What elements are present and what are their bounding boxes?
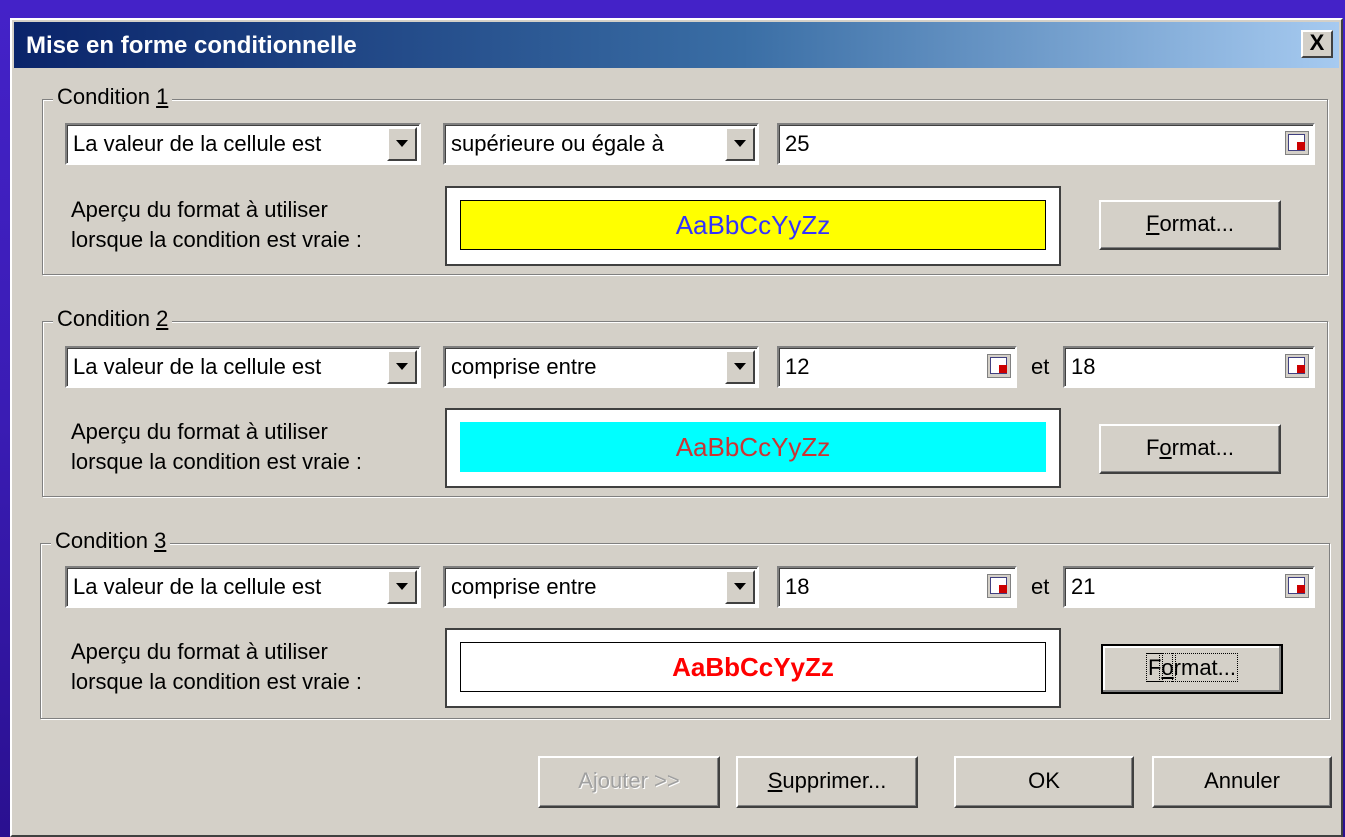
chevron-down-icon[interactable] xyxy=(725,570,755,604)
condition-1-value1: 25 xyxy=(785,131,810,156)
condition-2-type-dropdown[interactable]: La valeur de la cellule est xyxy=(65,346,421,388)
condition-2-value2: 18 xyxy=(1071,354,1096,379)
condition-1-operator-value: supérieure ou égale à xyxy=(451,131,664,156)
condition-1-format-button[interactable]: Format... xyxy=(1099,200,1281,250)
condition-2-and-label: et xyxy=(1031,354,1050,379)
cell-reference-icon[interactable] xyxy=(1285,574,1309,598)
condition-3-type-dropdown[interactable]: La valeur de la cellule est xyxy=(65,566,421,608)
condition-2-preview-box: AaBbCcYyZz xyxy=(445,408,1061,488)
delete-button[interactable]: Supprimer... xyxy=(736,756,918,808)
condition-2-operator-dropdown[interactable]: comprise entre xyxy=(443,346,759,388)
condition-3-format-button[interactable]: Format... xyxy=(1101,644,1283,694)
condition-3-preview-sample: AaBbCcYyZz xyxy=(460,642,1046,692)
title-bar[interactable]: Mise en forme conditionnelle X xyxy=(14,22,1339,68)
condition-3-label: Condition 3 xyxy=(51,528,171,554)
condition-3-value1: 18 xyxy=(785,574,810,599)
chevron-down-icon[interactable] xyxy=(387,570,417,604)
ok-button[interactable]: OK xyxy=(954,756,1134,808)
condition-3-value1-input[interactable]: 18 xyxy=(777,566,1017,608)
condition-3-and-label: et xyxy=(1031,574,1050,599)
cell-reference-icon[interactable] xyxy=(987,574,1011,598)
condition-2-group: Condition 2 La valeur de la cellule est … xyxy=(42,306,1328,497)
cell-reference-icon[interactable] xyxy=(1285,354,1309,378)
condition-2-value1-input[interactable]: 12 xyxy=(777,346,1017,388)
condition-2-preview-label: Aperçu du format à utiliser lorsque la c… xyxy=(71,419,363,474)
chevron-down-icon[interactable] xyxy=(387,127,417,161)
chevron-down-icon[interactable] xyxy=(387,350,417,384)
condition-1-group: Condition 1 La valeur de la cellule est … xyxy=(42,84,1328,275)
condition-1-preview-sample: AaBbCcYyZz xyxy=(460,200,1046,250)
condition-3-operator-dropdown[interactable]: comprise entre xyxy=(443,566,759,608)
condition-1-label: Condition 1 xyxy=(53,84,173,110)
conditional-format-dialog: Mise en forme conditionnelle X Condition… xyxy=(10,18,1343,837)
condition-2-type-value: La valeur de la cellule est xyxy=(73,354,322,379)
condition-3-preview-label: Aperçu du format à utiliser lorsque la c… xyxy=(71,639,363,694)
condition-1-type-value: La valeur de la cellule est xyxy=(73,131,322,156)
condition-2-format-button[interactable]: Format... xyxy=(1099,424,1281,474)
add-button[interactable]: Ajouter >> xyxy=(538,756,720,808)
condition-2-value2-input[interactable]: 18 xyxy=(1063,346,1315,388)
condition-3-operator-value: comprise entre xyxy=(451,574,597,599)
condition-3-group: Condition 3 La valeur de la cellule est … xyxy=(40,528,1330,719)
condition-2-preview-sample: AaBbCcYyZz xyxy=(460,422,1046,472)
condition-1-preview-box: AaBbCcYyZz xyxy=(445,186,1061,266)
cell-reference-icon[interactable] xyxy=(1285,131,1309,155)
condition-3-value2: 21 xyxy=(1071,574,1096,599)
chevron-down-icon[interactable] xyxy=(725,127,755,161)
close-button[interactable]: X xyxy=(1301,30,1333,58)
condition-1-value1-input[interactable]: 25 xyxy=(777,123,1315,165)
chevron-down-icon[interactable] xyxy=(725,350,755,384)
condition-3-value2-input[interactable]: 21 xyxy=(1063,566,1315,608)
condition-3-type-value: La valeur de la cellule est xyxy=(73,574,322,599)
condition-1-preview-label: Aperçu du format à utiliser lorsque la c… xyxy=(71,197,363,252)
condition-2-operator-value: comprise entre xyxy=(451,354,597,379)
condition-1-type-dropdown[interactable]: La valeur de la cellule est xyxy=(65,123,421,165)
condition-2-label: Condition 2 xyxy=(53,306,173,332)
cell-reference-icon[interactable] xyxy=(987,354,1011,378)
condition-3-preview-box: AaBbCcYyZz xyxy=(445,628,1061,708)
dialog-title: Mise en forme conditionnelle xyxy=(26,32,357,59)
cancel-button[interactable]: Annuler xyxy=(1152,756,1332,808)
condition-1-operator-dropdown[interactable]: supérieure ou égale à xyxy=(443,123,759,165)
condition-2-value1: 12 xyxy=(785,354,810,379)
